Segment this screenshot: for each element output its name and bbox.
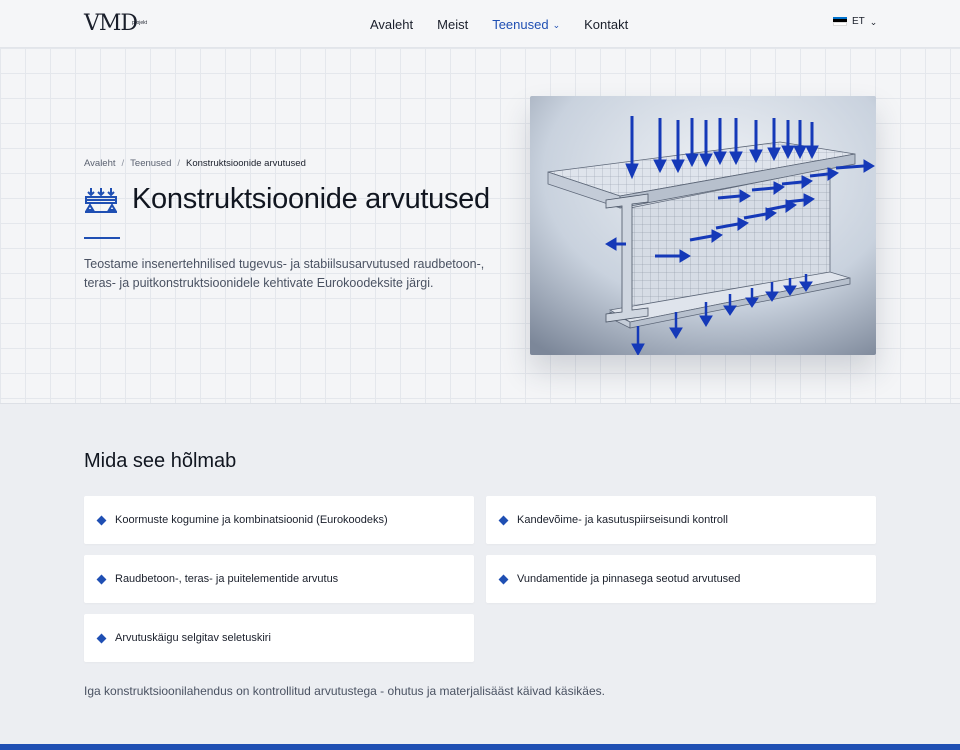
- breadcrumb-separator: /: [121, 158, 125, 169]
- nav-item-kontakt[interactable]: Kontakt: [584, 17, 628, 32]
- chevron-down-icon: ⌄: [552, 19, 561, 30]
- title-row: Konstruktsioonide arvutused: [84, 183, 490, 216]
- list-item: Kandevõime- ja kasutuspiirseisundi kontr…: [486, 496, 876, 544]
- section-title: Mida see hõlmab: [84, 450, 237, 472]
- list-item: Koormuste kogumine ja kombinatsioonid (E…: [84, 496, 474, 544]
- diamond-bullet-icon: [498, 574, 509, 584]
- list-item: Raudbetoon-, teras- ja puitelementide ar…: [84, 555, 474, 603]
- list-item-text: Arvutuskäigu selgitav seletuskiri: [115, 632, 271, 644]
- beam-load-image: [530, 96, 876, 355]
- nav-item-avaleht[interactable]: Avaleht: [370, 17, 413, 32]
- list-item: Vundamentide ja pinnasega seotud arvutus…: [486, 555, 876, 603]
- breadcrumb-separator: /: [177, 158, 180, 169]
- logo-subtitle: projekt: [132, 20, 148, 26]
- footer-bar: [0, 744, 960, 750]
- nav-item-meist[interactable]: Meist: [437, 17, 468, 32]
- nav-item-teenused-label: Teenused: [492, 16, 549, 32]
- list-item-text: Koormuste kogumine ja kombinatsioonid (E…: [115, 514, 388, 526]
- intro-text: Teostame insenertehnilised tugevus- ja s…: [84, 257, 485, 290]
- breadcrumb-current: Konstruktsioonide arvutused: [186, 158, 306, 169]
- breadcrumb-teenused[interactable]: Teenused: [130, 158, 171, 169]
- title-underline: [84, 237, 120, 239]
- hero-section: Avaleht / Teenused / Konstruktsioonide a…: [0, 48, 960, 404]
- chevron-down-icon: ⌄: [869, 17, 878, 27]
- logo[interactable]: VMD projekt: [84, 11, 154, 37]
- list-item: Arvutuskäigu selgitav seletuskiri: [84, 614, 474, 662]
- main-nav: Avaleht Meist Teenused ⌄ Kontakt: [370, 0, 628, 48]
- breadcrumb-avaleht[interactable]: Avaleht: [84, 158, 116, 169]
- site-header: VMD projekt Avaleht Meist Teenused ⌄ Kon…: [0, 0, 960, 48]
- nav-item-teenused[interactable]: Teenused ⌄: [492, 17, 560, 32]
- estonian-flag-icon: [833, 17, 847, 26]
- breadcrumb: Avaleht / Teenused / Konstruktsioonide a…: [84, 158, 306, 169]
- diamond-bullet-icon: [498, 515, 509, 525]
- diamond-bullet-icon: [96, 574, 107, 584]
- page-title: Konstruktsioonide arvutused: [132, 183, 490, 215]
- closing-text: Iga konstruktsioonilahendus on kontrolli…: [84, 684, 605, 698]
- language-code: ET: [852, 16, 865, 27]
- diamond-bullet-icon: [96, 633, 107, 643]
- list-item-text: Kandevõime- ja kasutuspiirseisundi kontr…: [517, 514, 728, 526]
- diamond-bullet-icon: [96, 515, 107, 525]
- logo-mark: VMD: [84, 11, 138, 36]
- structure-icon: [85, 187, 117, 213]
- language-selector[interactable]: ET ⌄: [833, 16, 877, 27]
- list-item-text: Raudbetoon-, teras- ja puitelementide ar…: [115, 573, 339, 585]
- list-item-text: Vundamentide ja pinnasega seotud arvutus…: [517, 573, 741, 585]
